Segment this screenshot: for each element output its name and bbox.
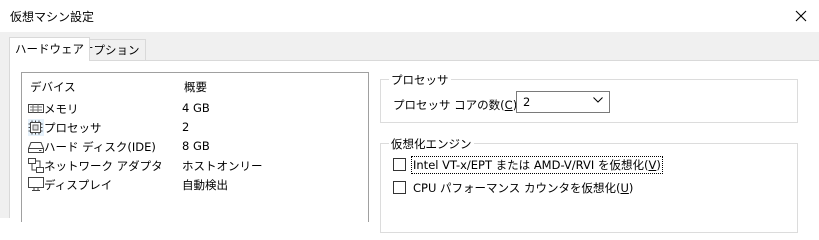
processors-group-label: プロセッサ bbox=[389, 72, 451, 88]
virtualize-cpu-counters-checkbox[interactable] bbox=[393, 181, 406, 194]
device-name: ディスプレイ bbox=[44, 178, 113, 192]
tab-options-label: オプション bbox=[82, 43, 140, 57]
tab-hardware-label: ハードウェア bbox=[15, 42, 84, 56]
device-row-display[interactable]: ディスプレイ 自動検出 bbox=[22, 175, 368, 194]
virtualize-vtx-label-suffix: ) bbox=[656, 158, 661, 172]
device-list[interactable]: デバイス 概要 メモリ 4 GB プロセッサ 2 ハード ディスク(IDE) 8… bbox=[21, 72, 369, 222]
column-header-summary[interactable]: 概要 bbox=[184, 79, 207, 95]
virtualize-cpu-counters-label-suffix: ) bbox=[628, 181, 634, 195]
chevron-down-icon bbox=[593, 97, 603, 103]
processor-cores-value: 2 bbox=[523, 95, 531, 109]
processor-cores-label-text: プロセッサ コアの数( bbox=[393, 98, 505, 112]
device-row-memory[interactable]: メモリ 4 GB bbox=[22, 99, 368, 118]
device-summary: 4 GB bbox=[182, 101, 210, 115]
processor-cores-access-key: C bbox=[504, 98, 513, 112]
close-button[interactable] bbox=[783, 0, 819, 32]
virtualize-vtx-label: Intel VT-x/EPT または AMD-V/RVI を仮想化(V) bbox=[411, 156, 663, 174]
device-name: プロセッサ bbox=[44, 121, 102, 135]
virtualization-engine-group-label: 仮想化エンジン bbox=[389, 136, 474, 152]
virtualize-cpu-counters-access-key: U bbox=[620, 181, 629, 195]
device-row-hard-disk[interactable]: ハード ディスク(IDE) 8 GB bbox=[22, 137, 368, 156]
processors-group: プロセッサ プロセッサ コアの数(C): 2 bbox=[380, 72, 798, 123]
virtualize-cpu-counters-label-text: CPU パフォーマンス カウンタを仮想化( bbox=[413, 181, 621, 195]
device-summary: 2 bbox=[182, 120, 190, 134]
device-name: ネットワーク アダプタ bbox=[44, 159, 163, 173]
processor-cores-label: プロセッサ コアの数(C): bbox=[393, 97, 521, 113]
title-bar: 仮想マシン設定 bbox=[0, 0, 819, 32]
processor-cores-select[interactable]: 2 bbox=[516, 91, 610, 113]
device-name: ハード ディスク(IDE) bbox=[44, 140, 156, 154]
close-icon bbox=[795, 10, 807, 22]
column-header-device[interactable]: デバイス bbox=[30, 79, 76, 95]
device-summary: ホストオンリー bbox=[182, 159, 263, 173]
device-row-processor[interactable]: プロセッサ 2 bbox=[22, 118, 368, 137]
tab-hardware[interactable]: ハードウェア bbox=[9, 37, 90, 61]
virtualization-engine-group: 仮想化エンジン Intel VT-x/EPT または AMD-V/RVI を仮想… bbox=[380, 136, 798, 233]
device-name: メモリ bbox=[44, 102, 79, 116]
virtualize-vtx-label-text: Intel VT-x/EPT または AMD-V/RVI を仮想化( bbox=[413, 158, 649, 172]
device-row-network-adapter[interactable]: ネットワーク アダプタ ホストオンリー bbox=[22, 156, 368, 175]
virtualize-vtx-checkbox[interactable] bbox=[393, 158, 406, 171]
dialog-body: ハードウェア オプション デバイス 概要 メモリ 4 GB プロセッサ 2 ハー… bbox=[0, 32, 819, 233]
device-summary: 自動検出 bbox=[182, 178, 228, 192]
hardware-panel: デバイス 概要 メモリ 4 GB プロセッサ 2 ハード ディスク(IDE) 8… bbox=[9, 60, 819, 233]
virtualize-cpu-counters-label: CPU パフォーマンス カウンタを仮想化(U) bbox=[412, 180, 634, 196]
window-title: 仮想マシン設定 bbox=[10, 10, 95, 24]
device-list-header: デバイス 概要 bbox=[22, 73, 368, 99]
device-summary: 8 GB bbox=[182, 139, 210, 153]
